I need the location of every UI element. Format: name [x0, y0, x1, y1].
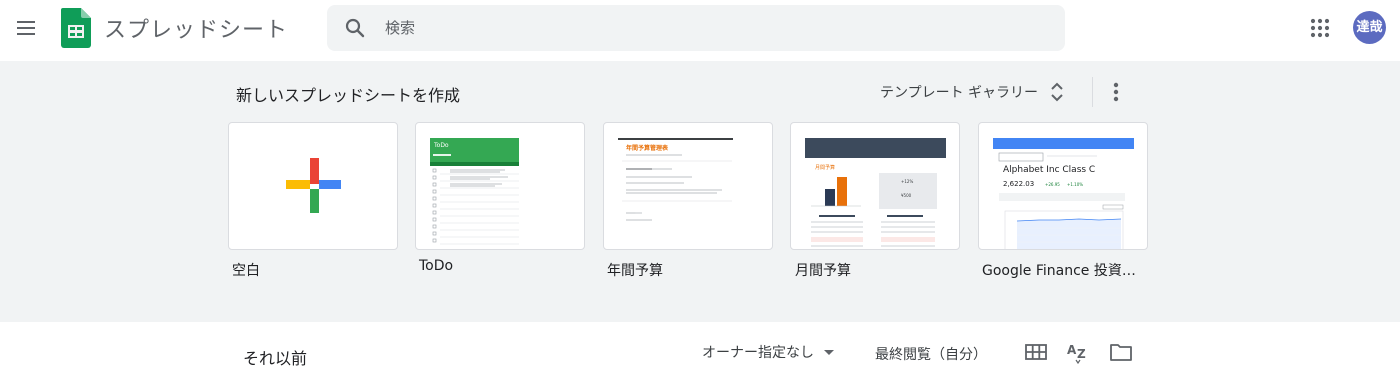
template-gallery-button[interactable]: テンプレート ギャラリー [880, 79, 1066, 105]
monthly-tables [811, 215, 935, 247]
template-card-monthly-budget[interactable]: 月間予算 +12% ¥500 [790, 122, 960, 250]
template-card-annual-budget[interactable]: 年間予算管理表 [603, 122, 773, 250]
template-label-todo[interactable]: ToDo [419, 258, 453, 274]
sort-az-icon[interactable]: A Z [1066, 340, 1090, 364]
dropdown-arrow-icon [824, 349, 834, 355]
recent-section-title: それ以前 [243, 349, 308, 368]
owner-filter-label: オーナー指定なし [702, 345, 814, 361]
template-label-google-finance[interactable]: Google Finance 投資… [982, 260, 1136, 280]
divider [1092, 77, 1093, 107]
finance-thumb-price: 2,622.03 [1003, 180, 1035, 188]
monthly-thumb-stat2: ¥500 [901, 193, 912, 198]
monthly-thumb-title: 月間予算 [815, 165, 836, 171]
sort-order-button[interactable]: 最終閲覧（自分） [875, 344, 987, 364]
search-input[interactable] [385, 5, 1045, 51]
app-title[interactable]: スプレッドシート [104, 12, 288, 44]
template-label-annual-budget[interactable]: 年間予算 [607, 260, 663, 280]
template-gallery-section: 新しいスプレッドシートを作成 テンプレート ギャラリー ToDo 年間予算管理表… [0, 61, 1400, 322]
monthly-bar-chart [811, 177, 861, 207]
search-bar[interactable] [327, 5, 1065, 51]
template-card-todo[interactable]: ToDo [415, 122, 585, 250]
more-vert-icon[interactable] [1106, 80, 1126, 104]
finance-thumb-pct: +1.10% [1067, 182, 1084, 187]
todo-thumb-title: ToDo [434, 142, 449, 149]
svg-text:Z: Z [1077, 347, 1086, 361]
finance-thumb-title: Alphabet Inc Class C [1003, 165, 1096, 175]
owner-filter-dropdown[interactable]: オーナー指定なし [702, 342, 834, 362]
template-gallery-label: テンプレート ギャラリー [880, 85, 1039, 101]
section-title: 新しいスプレッドシートを作成 [236, 86, 461, 105]
annual-thumb-title: 年間予算管理表 [626, 145, 669, 152]
grid-view-icon[interactable] [1024, 340, 1048, 364]
template-label-monthly-budget[interactable]: 月間予算 [795, 260, 851, 280]
annual-budget-text-lines [622, 154, 732, 221]
search-icon[interactable] [343, 16, 367, 40]
account-avatar[interactable]: 達哉 [1353, 11, 1386, 44]
finance-thumb-change: +26.95 [1045, 182, 1060, 187]
google-apps-icon[interactable] [1308, 16, 1332, 40]
finance-line-chart [999, 193, 1125, 249]
todo-thumbnail: ToDo [430, 138, 519, 249]
folder-icon[interactable] [1109, 340, 1133, 364]
template-card-blank[interactable] [228, 122, 398, 250]
plus-icon [286, 158, 341, 213]
top-app-bar: スプレッドシート 達哉 [0, 0, 1400, 61]
main-menu-icon[interactable] [14, 16, 38, 40]
template-label-blank[interactable]: 空白 [232, 260, 260, 280]
svg-text:A: A [1067, 343, 1077, 357]
template-card-google-finance[interactable]: Alphabet Inc Class C 2,622.03 +26.95 +1.… [978, 122, 1148, 250]
todo-checklist-lines [432, 168, 519, 245]
monthly-thumb-stat1: +12% [901, 179, 914, 184]
unfold-more-icon [1051, 82, 1063, 102]
sheets-logo-icon[interactable] [61, 8, 91, 48]
